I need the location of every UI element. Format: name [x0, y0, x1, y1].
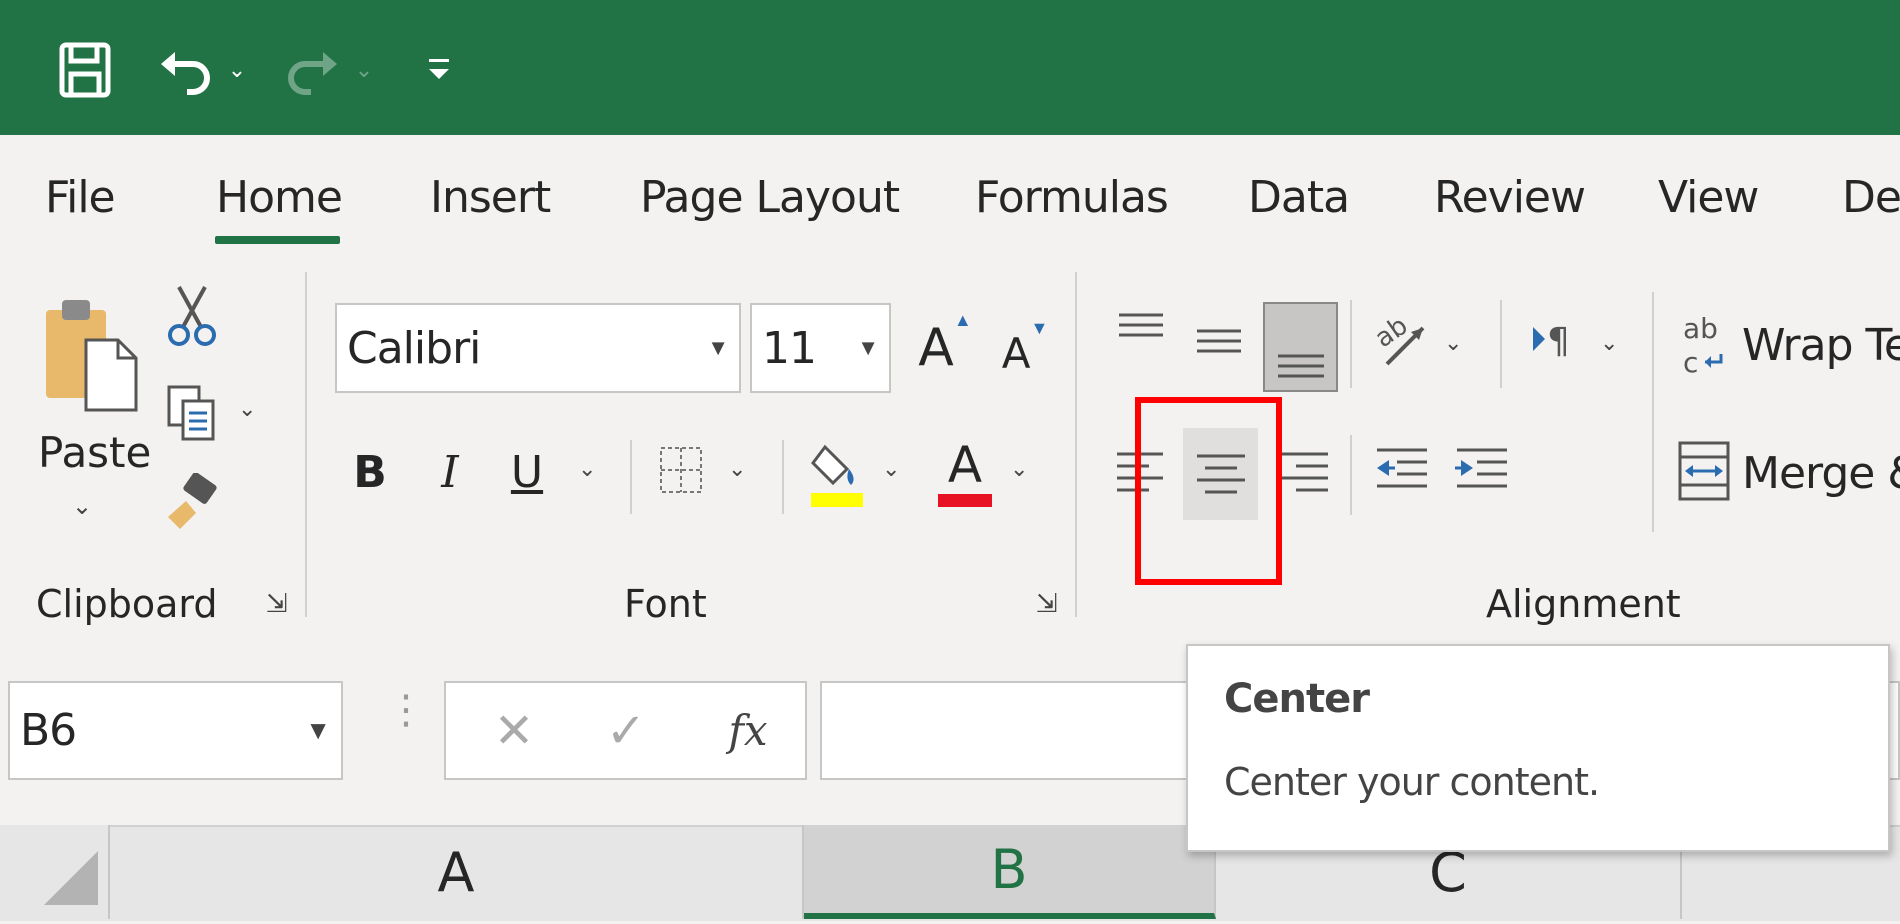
svg-text:c: c	[1683, 346, 1698, 378]
font-launcher-icon[interactable]: ⇲	[1036, 588, 1058, 619]
font-name-dropdown[interactable]: Calibri ▼	[335, 303, 741, 393]
borders-dropdown-icon[interactable]: ⌄	[728, 456, 746, 482]
paste-dropdown-icon[interactable]: ⌄	[72, 492, 92, 521]
borders-icon[interactable]	[656, 440, 706, 500]
formula-bar-grip-icon[interactable]: ⋮	[386, 690, 426, 730]
column-header-b[interactable]: B	[804, 825, 1216, 919]
font-size-value: 11	[762, 322, 817, 374]
tab-file[interactable]: File	[45, 172, 116, 223]
shrink-font-icon[interactable]: A ▼	[995, 318, 1055, 388]
confirm-entry-icon[interactable]: ✓	[596, 683, 656, 778]
fill-color-icon[interactable]	[808, 438, 866, 508]
customize-qat-icon[interactable]	[425, 34, 453, 106]
tab-formulas[interactable]: Formulas	[975, 172, 1169, 223]
alignment-group-label: Alignment	[1486, 582, 1681, 626]
font-group-label: Font	[624, 582, 707, 626]
paragraph-dropdown-icon[interactable]: ⌄	[1600, 330, 1618, 356]
orientation-dropdown-icon[interactable]: ⌄	[1444, 330, 1462, 356]
font-separator	[782, 440, 784, 514]
formula-buttons: ✕ ✓ fx	[444, 681, 807, 780]
font-size-chevron-icon: ▼	[857, 335, 879, 360]
italic-button[interactable]: I	[425, 440, 475, 504]
merge-center-icon[interactable]	[1676, 438, 1732, 504]
undo-icon[interactable]	[155, 34, 215, 106]
highlight-annotation	[1135, 397, 1282, 585]
font-color-icon[interactable]: A	[936, 438, 994, 508]
clipboard-launcher-icon[interactable]: ⇲	[266, 588, 288, 619]
align-right-icon[interactable]	[1273, 432, 1335, 512]
tab-view[interactable]: View	[1658, 172, 1759, 223]
undo-dropdown-icon[interactable]: ⌄	[225, 34, 249, 106]
tooltip-title: Center	[1224, 676, 1370, 722]
active-tab-indicator	[215, 236, 340, 244]
font-size-dropdown[interactable]: 11 ▼	[750, 303, 891, 393]
svg-text:¶: ¶	[1547, 321, 1570, 362]
increase-indent-icon[interactable]	[1452, 436, 1512, 508]
cut-icon[interactable]	[162, 280, 222, 350]
group-separator	[1075, 272, 1077, 617]
tab-review[interactable]: Review	[1434, 172, 1586, 223]
font-name-value: Calibri	[347, 322, 481, 374]
tab-home[interactable]: Home	[216, 172, 343, 223]
redo-dropdown-icon[interactable]: ⌄	[352, 34, 376, 106]
font-name-chevron-icon: ▼	[707, 335, 729, 360]
grow-font-icon[interactable]: A ▲	[915, 310, 975, 386]
tab-insert[interactable]: Insert	[430, 172, 551, 223]
name-box-chevron-icon: ▼	[305, 715, 331, 745]
format-painter-icon[interactable]	[162, 470, 222, 536]
save-icon[interactable]	[55, 34, 115, 106]
redo-icon[interactable]	[283, 34, 343, 106]
group-separator	[305, 272, 307, 617]
alignment-separator	[1500, 300, 1502, 388]
tooltip-description: Center your content.	[1224, 760, 1600, 804]
font-color-dropdown-icon[interactable]: ⌄	[1010, 456, 1028, 482]
underline-button[interactable]: U	[502, 440, 552, 504]
middle-align-icon[interactable]	[1188, 310, 1250, 372]
name-box[interactable]: B6 ▼	[8, 681, 343, 780]
column-header-a[interactable]: A	[110, 825, 804, 919]
orientation-icon[interactable]: ab	[1372, 308, 1432, 372]
copy-icon[interactable]	[162, 380, 222, 446]
paste-label[interactable]: Paste	[38, 428, 151, 477]
tooltip: Center Center your content.	[1186, 644, 1890, 852]
paste-icon[interactable]	[40, 285, 140, 425]
insert-function-button[interactable]: fx	[718, 683, 778, 778]
fill-color-dropdown-icon[interactable]: ⌄	[882, 456, 900, 482]
paragraph-direction-icon[interactable]: ¶	[1527, 312, 1587, 368]
alignment-separator	[1652, 292, 1654, 532]
svg-text:ab: ab	[1683, 312, 1718, 345]
merge-center-label[interactable]: Merge &	[1742, 448, 1900, 499]
tab-developer[interactable]: Dev	[1842, 172, 1900, 223]
top-align-icon[interactable]	[1110, 298, 1172, 360]
copy-dropdown-icon[interactable]: ⌄	[238, 396, 256, 422]
alignment-separator	[1350, 300, 1352, 388]
wrap-text-label[interactable]: Wrap Tex	[1742, 320, 1900, 371]
font-separator	[630, 440, 632, 514]
tab-page-layout[interactable]: Page Layout	[640, 172, 900, 223]
decrease-indent-icon[interactable]	[1372, 436, 1432, 508]
name-box-value: B6	[20, 705, 77, 756]
select-all-button[interactable]	[0, 825, 110, 919]
bottom-align-icon[interactable]	[1263, 302, 1338, 392]
svg-text:ab: ab	[1373, 311, 1413, 354]
wrap-text-icon[interactable]: ab c	[1680, 312, 1730, 378]
alignment-separator	[1350, 435, 1352, 515]
cancel-entry-icon[interactable]: ✕	[484, 683, 544, 778]
tab-data[interactable]: Data	[1248, 172, 1350, 223]
bold-button[interactable]: B	[345, 440, 395, 504]
clipboard-group-label: Clipboard	[36, 582, 218, 626]
underline-dropdown-icon[interactable]: ⌄	[578, 456, 596, 482]
